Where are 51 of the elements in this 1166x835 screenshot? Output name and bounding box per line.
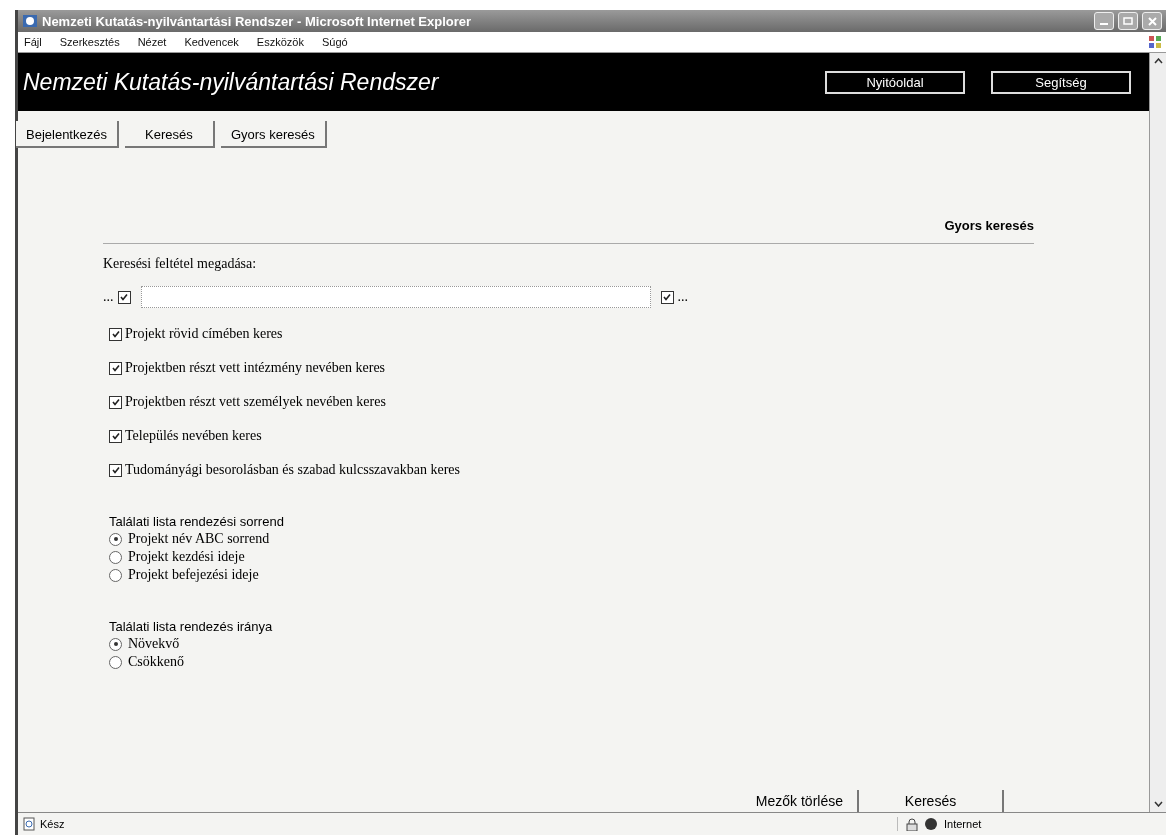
checkbox-label: Projekt rövid címében keres: [125, 326, 283, 342]
group-label: Találati lista rendezési sorrend: [109, 514, 285, 529]
menu-item[interactable]: Súgó: [321, 36, 348, 48]
checkbox[interactable]: [660, 290, 674, 304]
windows-flag-icon: [1148, 35, 1162, 49]
browser-icon: [22, 14, 38, 28]
nav-tab[interactable]: Gyors keresés: [220, 121, 327, 148]
radio-button[interactable]: [109, 532, 122, 546]
menu-item[interactable]: Szerkesztés: [59, 36, 120, 48]
header-button[interactable]: Segítség: [991, 70, 1131, 94]
lock-icon: [906, 817, 918, 831]
section-title: Gyors keresés: [944, 218, 1034, 233]
zone-text: Internet: [944, 818, 982, 830]
radio-button[interactable]: [109, 637, 122, 651]
radio-button[interactable]: [109, 550, 122, 564]
nav-tab[interactable]: Bejelentkezés: [16, 121, 119, 148]
status-text: Kész: [40, 818, 66, 830]
checkbox-label: Projektben részt vett személyek nevében keres: [125, 394, 386, 410]
menu-item[interactable]: Fájl: [24, 36, 42, 48]
close-icon: [1147, 16, 1157, 26]
radio-button[interactable]: [109, 655, 122, 669]
radio-button[interactable]: [109, 568, 122, 582]
ellipsis-text: ...: [103, 289, 114, 305]
ellipsis-text: ...: [677, 289, 688, 305]
checkbox-label: Projektben részt vett intézmény nevében keres: [125, 360, 386, 376]
site-title: Nemzeti Kutatás-nyilvántartási Rendszer: [23, 68, 440, 96]
checkbox[interactable]: [109, 327, 122, 341]
page-icon: [22, 817, 36, 831]
radio-label: Projekt kezdési ideje: [128, 549, 245, 565]
checkbox[interactable]: [109, 395, 122, 409]
radio-label: Növekvő: [128, 636, 180, 652]
group-label: Találati lista rendezés iránya: [109, 619, 274, 634]
scroll-up-icon[interactable]: [1153, 58, 1163, 64]
maximize-icon: [1123, 17, 1133, 25]
checkbox[interactable]: [117, 290, 131, 304]
checkbox-label: Település nevében keres: [125, 428, 262, 444]
radio-label: Projekt név ABC sorrend: [128, 531, 270, 547]
checkbox[interactable]: [109, 429, 122, 443]
menu-item[interactable]: Eszközök: [256, 36, 304, 48]
menu-item[interactable]: Kedvencek: [184, 36, 239, 48]
menu-item[interactable]: Nézet: [137, 36, 167, 48]
checkbox[interactable]: [109, 463, 122, 477]
header-button[interactable]: Nyitóoldal: [825, 70, 965, 94]
radio-label: Projekt befejezési ideje: [128, 567, 259, 583]
window-title: Nemzeti Kutatás-nyilvántartási Rendszer - Microsoft Internet Explorer: [42, 13, 473, 29]
checkbox[interactable]: [109, 361, 122, 375]
criteria-label: Keresési feltétel megadása:: [103, 256, 258, 272]
radio-label: Csökkenő: [128, 654, 184, 670]
checkbox-label: Tudományági besorolásban és szabad kulcsszavakban keres: [125, 462, 460, 478]
nav-tab[interactable]: Keresés: [124, 121, 215, 148]
scroll-down-icon[interactable]: [1153, 801, 1163, 807]
